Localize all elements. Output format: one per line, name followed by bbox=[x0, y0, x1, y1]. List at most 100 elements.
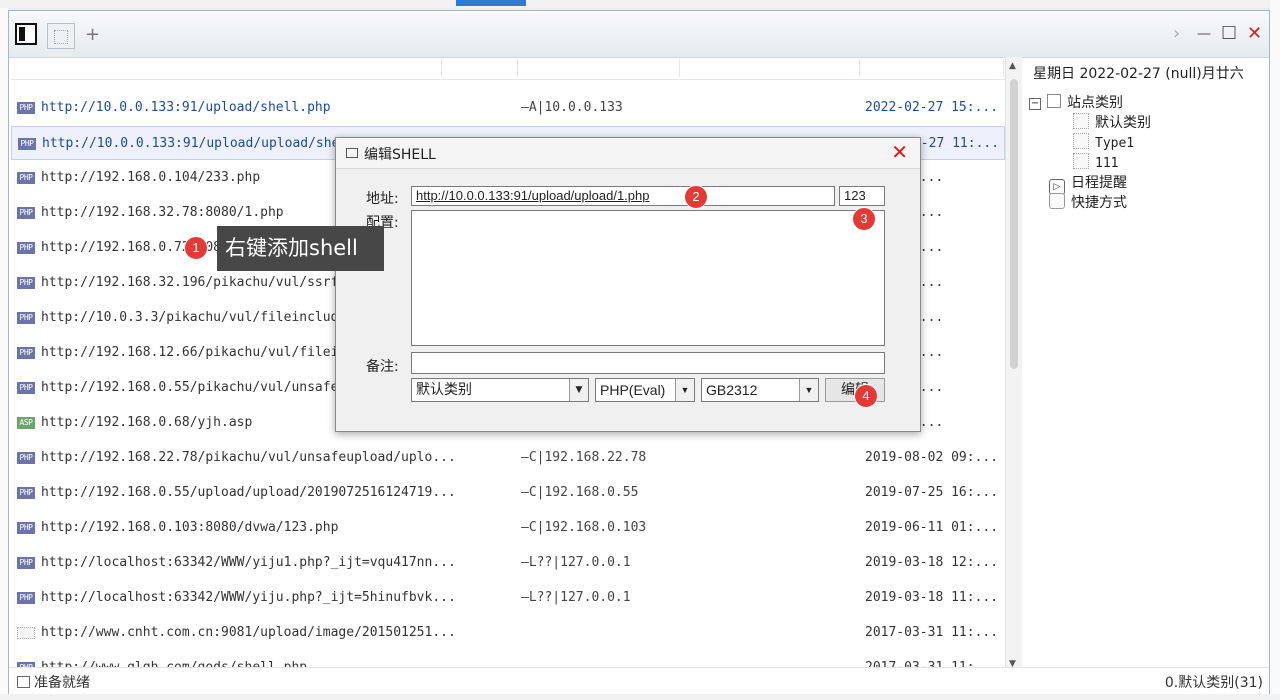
category-select[interactable]: 默认类别 ▼ bbox=[411, 378, 589, 402]
step-badge-1: 1 bbox=[184, 236, 208, 260]
chevron-down-icon[interactable]: ▼ bbox=[675, 379, 694, 401]
forward-arrow-icon[interactable]: › bbox=[1173, 23, 1180, 45]
category-icon bbox=[1073, 133, 1089, 149]
row-ip: —L??|127.0.0.1 bbox=[521, 555, 631, 570]
scroll-up-icon[interactable]: ▲ bbox=[1009, 61, 1016, 71]
status-text: 准备就绪 bbox=[17, 672, 90, 692]
step-badge-3: 3 bbox=[852, 207, 876, 231]
date-display: 星期日 2022-02-27 (null)月廿六 bbox=[1033, 66, 1244, 82]
script-type-select[interactable]: PHP(Eval) ▼ bbox=[595, 378, 695, 402]
step-badge-2: 2 bbox=[684, 185, 708, 209]
row-ip: —C|192.168.22.78 bbox=[521, 450, 647, 465]
blank-file-icon bbox=[17, 627, 35, 639]
window-icon bbox=[346, 148, 358, 158]
tooltip-annotation: 右键添加shell bbox=[217, 226, 384, 271]
php-file-icon: PHP bbox=[17, 592, 35, 604]
table-row[interactable]: PHP http://192.168.22.78/pikachu/vul/unsa… bbox=[11, 441, 1005, 475]
row-date: 2019-08-02 09:... bbox=[865, 450, 999, 465]
list-scrollbar[interactable]: ▲ ▼ bbox=[1005, 57, 1022, 673]
row-ip: —L??|127.0.0.1 bbox=[521, 590, 631, 605]
row-ip: —C|192.168.0.103 bbox=[521, 520, 647, 535]
background-window-strip bbox=[0, 0, 1280, 8]
tree-node-111[interactable]: 111 bbox=[1073, 153, 1118, 174]
tree-node-label: 站点类别 bbox=[1067, 95, 1123, 111]
folder-icon bbox=[1047, 94, 1061, 108]
php-file-icon: PHP bbox=[17, 242, 35, 254]
category-icon bbox=[1073, 153, 1089, 169]
dialog-title-bar: 编辑SHELL ✕ bbox=[336, 138, 920, 169]
category-select-value: 默认类别 bbox=[416, 382, 472, 398]
minimize-button[interactable]: — bbox=[1197, 23, 1211, 45]
row-url: http://www.cnht.com.cn:9081/upload/image… bbox=[41, 625, 456, 640]
script-type-value: PHP(Eval) bbox=[600, 382, 666, 398]
tree-node-type1[interactable]: Type1 bbox=[1073, 133, 1134, 154]
row-ip: —C|192.168.0.55 bbox=[521, 485, 639, 500]
row-date: 2022-02-27 15:... bbox=[865, 100, 999, 115]
hand-icon bbox=[1049, 193, 1065, 209]
table-row[interactable]: PHP http://10.0.0.133:91/upload/shell.php… bbox=[11, 91, 1005, 125]
chevron-down-icon[interactable]: ▼ bbox=[799, 379, 818, 401]
row-url: http://192.168.0.103:8080/dvwa/123.php bbox=[41, 520, 339, 535]
new-tab-button[interactable]: + bbox=[85, 25, 100, 45]
tree-node-label: 默认类别 bbox=[1095, 115, 1151, 131]
row-url: http://localhost:63342/WWW/yiju1.php?_ij… bbox=[41, 555, 456, 570]
row-date: 2019-03-18 11:... bbox=[865, 590, 999, 605]
tree-node-label: Type1 bbox=[1095, 136, 1135, 151]
php-file-icon: PHP bbox=[17, 347, 35, 359]
background-right-strip bbox=[1270, 0, 1280, 700]
dialog-close-icon[interactable]: ✕ bbox=[891, 140, 908, 164]
close-button[interactable]: ✕ bbox=[1247, 23, 1262, 45]
column-header bbox=[11, 57, 1005, 80]
password-input[interactable]: 123 bbox=[839, 186, 885, 206]
row-date: 2019-07-25 16:... bbox=[865, 485, 999, 500]
tree-node-label: 111 bbox=[1095, 156, 1119, 171]
table-row[interactable]: PHP http://localhost:63342/WWW/yiju1.php?… bbox=[11, 546, 1005, 580]
row-url: http://localhost:63342/WWW/yiju.php?_ijt… bbox=[41, 590, 456, 605]
table-row[interactable]: PHP http://192.168.0.103:8080/dvwa/123.ph… bbox=[11, 511, 1005, 545]
background-bottom-strip bbox=[0, 694, 1280, 700]
php-file-icon: PHP bbox=[17, 172, 35, 184]
php-file-icon: PHP bbox=[17, 382, 35, 394]
tree-node-label: 日程提醒 bbox=[1071, 175, 1127, 191]
asp-file-icon: ASP bbox=[17, 417, 35, 429]
table-row[interactable]: http://www.cnht.com.cn:9081/upload/image… bbox=[11, 616, 1005, 650]
tree-node-default[interactable]: 默认类别 bbox=[1073, 113, 1151, 133]
row-url: http://192.168.0.55/upload/upload/201907… bbox=[41, 485, 456, 500]
step-badge-4: 4 bbox=[854, 384, 878, 408]
status-category-count: 0.默认类别(31) bbox=[1164, 675, 1263, 691]
panel-toggle-icon[interactable] bbox=[15, 23, 37, 45]
edit-shell-dialog: 编辑SHELL ✕ 地址: http://10.0.0.133:91/uploa… bbox=[335, 137, 921, 432]
tree-node-site-category[interactable]: − 站点类别 bbox=[1029, 93, 1123, 113]
encoding-select[interactable]: GB2312 ▼ bbox=[701, 378, 819, 402]
row-date: 2019-03-18 12:... bbox=[865, 555, 999, 570]
table-row[interactable]: PHP http://localhost:63342/WWW/yiju.php?_… bbox=[11, 581, 1005, 615]
status-label: 准备就绪 bbox=[34, 675, 90, 691]
table-row[interactable]: PHP http://192.168.0.55/upload/upload/201… bbox=[11, 476, 1005, 510]
collapse-icon[interactable]: − bbox=[1029, 98, 1041, 110]
config-textarea[interactable] bbox=[411, 210, 885, 346]
row-ip: —A|10.0.0.133 bbox=[521, 100, 623, 115]
tree-node-schedule[interactable]: ▷ 日程提醒 bbox=[1049, 173, 1127, 195]
php-file-icon: PHP bbox=[17, 277, 35, 289]
php-file-icon: PHP bbox=[17, 207, 35, 219]
status-icon bbox=[17, 676, 30, 688]
tree-node-shortcut[interactable]: 快捷方式 bbox=[1049, 193, 1127, 213]
row-url: http://192.168.22.78/pikachu/vul/unsafeu… bbox=[41, 450, 456, 465]
tree-node-label: 快捷方式 bbox=[1071, 195, 1127, 211]
tab-blank[interactable] bbox=[47, 23, 75, 49]
php-file-icon: PHP bbox=[17, 312, 35, 324]
php-file-icon: PHP bbox=[17, 102, 35, 114]
address-label: 地址: bbox=[366, 191, 399, 207]
php-file-icon: PHP bbox=[18, 138, 36, 150]
right-panel: 星期日 2022-02-27 (null)月廿六 − 站点类别 默认类别 Type… bbox=[1023, 57, 1267, 673]
row-url: http://10.0.0.133:91/upload/shell.php bbox=[41, 100, 331, 115]
title-bar: + › — ☐ ✕ bbox=[9, 11, 1269, 58]
php-file-icon: PHP bbox=[17, 522, 35, 534]
php-file-icon: PHP bbox=[17, 557, 35, 569]
chevron-down-icon[interactable]: ▼ bbox=[569, 379, 588, 401]
dialog-title: 编辑SHELL bbox=[364, 147, 436, 163]
maximize-button[interactable]: ☐ bbox=[1221, 23, 1237, 45]
scroll-thumb[interactable] bbox=[1010, 79, 1018, 369]
note-input[interactable] bbox=[411, 352, 885, 374]
address-input[interactable]: http://10.0.0.133:91/upload/upload/1.php bbox=[411, 186, 835, 206]
